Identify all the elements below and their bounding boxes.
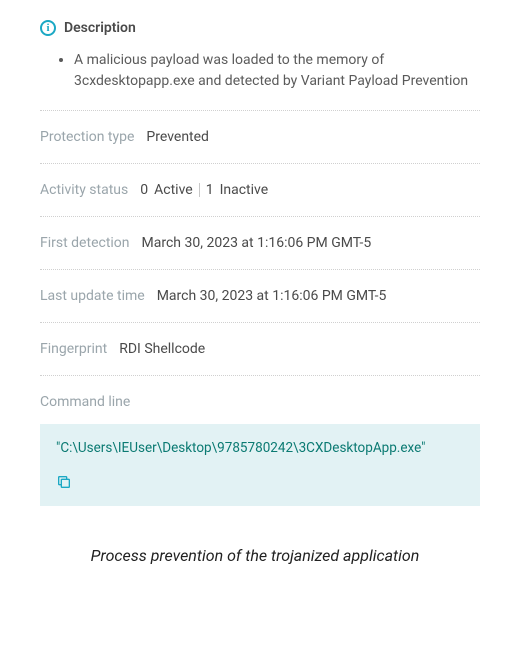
description-body: A malicious payload was loaded to the me…	[40, 50, 480, 92]
command-line-section: Command line "C:\Users\IEUser\Desktop\97…	[40, 376, 480, 516]
last-update-value: March 30, 2023 at 1:16:06 PM GMT-5	[157, 288, 387, 304]
first-detection-label: First detection	[40, 235, 130, 251]
description-header: i Description	[40, 20, 480, 36]
protection-type-label: Protection type	[40, 129, 134, 145]
last-update-label: Last update time	[40, 288, 145, 304]
fingerprint-label: Fingerprint	[40, 341, 107, 357]
caption: Process prevention of the trojanized app…	[0, 526, 510, 575]
first-detection-value: March 30, 2023 at 1:16:06 PM GMT-5	[142, 235, 372, 251]
first-detection-row: First detection March 30, 2023 at 1:16:0…	[40, 217, 480, 269]
activity-status-value: 0 Active 1 Inactive	[140, 182, 268, 198]
copy-button[interactable]	[56, 474, 72, 490]
fingerprint-row: Fingerprint RDI Shellcode	[40, 323, 480, 375]
description-text: A malicious payload was loaded to the me…	[74, 50, 480, 92]
fingerprint-value: RDI Shellcode	[119, 341, 205, 357]
last-update-row: Last update time March 30, 2023 at 1:16:…	[40, 270, 480, 322]
protection-type-value: Prevented	[146, 129, 209, 145]
active-count: 0	[140, 182, 148, 198]
protection-type-row: Protection type Prevented	[40, 111, 480, 163]
command-line-value: "C:\Users\IEUser\Desktop\9785780242\3CXD…	[56, 440, 464, 456]
command-line-label: Command line	[40, 394, 130, 410]
inactive-label: Inactive	[220, 182, 269, 198]
inactive-count: 1	[206, 182, 214, 198]
description-title: Description	[64, 20, 136, 36]
copy-icon	[56, 474, 72, 490]
activity-status-label: Activity status	[40, 182, 128, 198]
detection-panel: i Description A malicious payload was lo…	[0, 0, 510, 526]
active-label: Active	[154, 182, 193, 198]
info-icon: i	[40, 20, 56, 36]
activity-status-row: Activity status 0 Active 1 Inactive	[40, 164, 480, 216]
command-line-box: "C:\Users\IEUser\Desktop\9785780242\3CXD…	[40, 424, 480, 506]
separator	[199, 183, 200, 197]
